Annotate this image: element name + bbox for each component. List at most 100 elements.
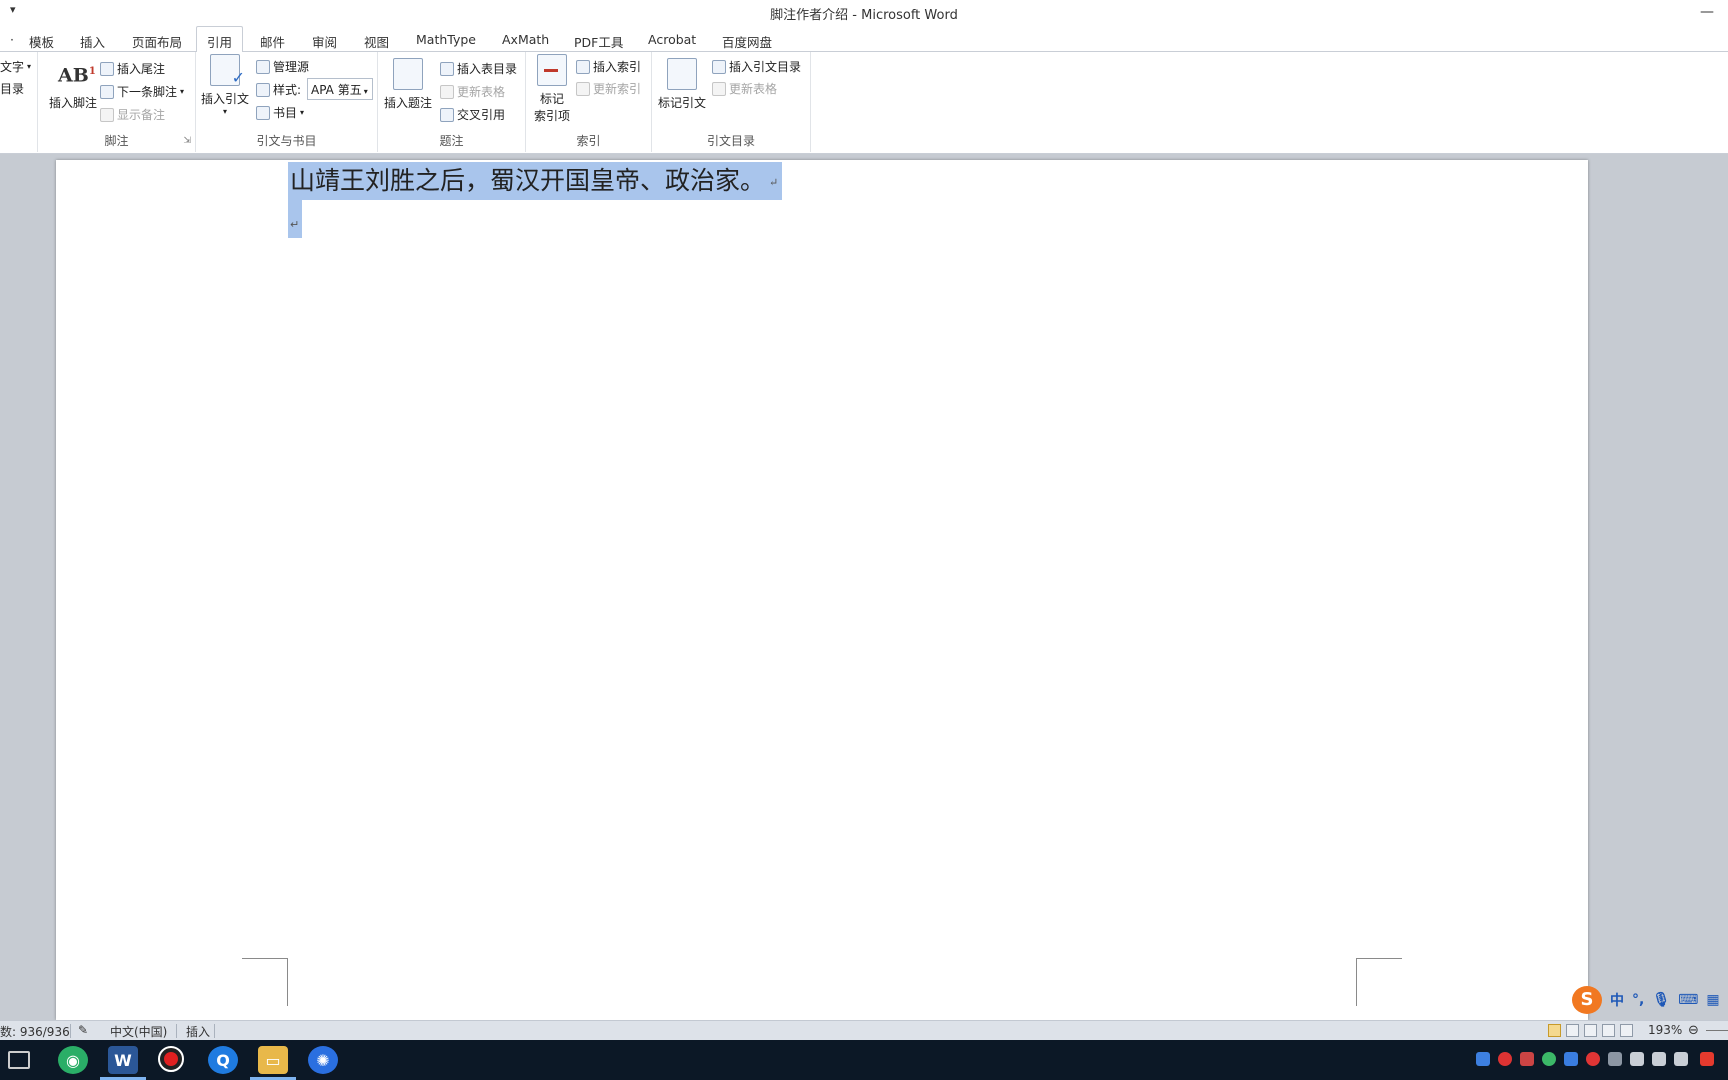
show-notes-icon: [100, 107, 114, 122]
insert-citation-icon: ✓: [210, 54, 245, 87]
add-text-button[interactable]: 文字 ▾: [0, 58, 31, 75]
battery-icon[interactable]: [1652, 1052, 1666, 1066]
full-screen-reading-view-button[interactable]: [1566, 1024, 1579, 1037]
sogou-tray-icon[interactable]: [1700, 1052, 1714, 1066]
bibliography-icon: [256, 105, 270, 120]
tab-axmath[interactable]: AxMath: [492, 30, 559, 52]
insert-caption-button[interactable]: 插入题注: [382, 58, 434, 111]
word-count[interactable]: 数: 936/936: [0, 1023, 70, 1040]
citation-style-select[interactable]: APA 第五 ▾: [307, 78, 373, 100]
tray-security-icon[interactable]: [1586, 1052, 1600, 1066]
web-layout-view-button[interactable]: [1584, 1024, 1597, 1037]
dialog-launcher-icon[interactable]: ⇲: [183, 136, 191, 146]
settings-gear-icon[interactable]: ✺: [308, 1046, 338, 1074]
update-toc-button[interactable]: 目录: [0, 80, 24, 97]
tab-review[interactable]: 审阅: [302, 30, 347, 52]
tab-acrobat[interactable]: Acrobat: [638, 30, 706, 52]
browser-app-icon[interactable]: Q: [208, 1046, 238, 1074]
task-view-icon[interactable]: [8, 1051, 30, 1069]
group-captions: 插入题注 插入表目录 更新表格 交叉引用 题注: [378, 52, 526, 152]
manage-sources-icon: [256, 59, 270, 74]
usb-device-icon[interactable]: [1608, 1052, 1622, 1066]
print-layout-view-button[interactable]: [1548, 1024, 1561, 1037]
insert-mode-indicator[interactable]: 插入: [186, 1023, 210, 1040]
table-of-figures-icon: [440, 61, 454, 76]
insert-toa-icon: [712, 59, 726, 74]
draft-view-button[interactable]: [1620, 1024, 1633, 1037]
bluetooth-icon[interactable]: [1564, 1052, 1578, 1066]
status-divider: [70, 1024, 71, 1038]
update-toa-button[interactable]: 更新表格: [712, 80, 777, 97]
chevron-down-icon: ▾: [363, 87, 368, 96]
tab-insert[interactable]: 插入: [70, 30, 115, 52]
update-index-button[interactable]: 更新索引: [576, 80, 641, 97]
group-label-captions: 题注: [439, 134, 464, 148]
proofing-icon[interactable]: ✎: [78, 1023, 88, 1037]
microphone-icon[interactable]: 🎙: [1652, 992, 1670, 1008]
zoom-slider[interactable]: [1706, 1030, 1728, 1031]
group-table-of-authorities: 标记引文 插入引文目录 更新表格 引文目录: [652, 52, 811, 152]
tray-app-icon[interactable]: [1520, 1052, 1534, 1066]
status-divider: [214, 1024, 215, 1038]
tray-wechat-icon[interactable]: [1542, 1052, 1556, 1066]
ime-toolbar[interactable]: S 中 °, 🎙 ⌨ ▦: [1572, 986, 1720, 1014]
update-toa-icon: [712, 81, 726, 96]
group-citations: ✓ 插入引文 ▾ 管理源 样式: APA 第五 ▾ 书目 ▾ 引文与书目: [196, 52, 378, 152]
tray-app-icon[interactable]: [1476, 1052, 1490, 1066]
update-table-icon: [440, 84, 454, 99]
toolbox-grid-icon[interactable]: ▦: [1706, 992, 1719, 1008]
ime-mode-toggle[interactable]: 中: [1610, 990, 1624, 1010]
zoom-level[interactable]: 193%: [1648, 1023, 1682, 1037]
insert-endnote-button[interactable]: 插入尾注: [100, 60, 165, 77]
volume-icon[interactable]: [1674, 1052, 1688, 1066]
screen-recorder-icon[interactable]: [158, 1046, 184, 1072]
document-page[interactable]: 山靖王刘胜之后，蜀汉开国皇帝、政治家。 ↵ ↵: [56, 160, 1588, 1020]
update-index-icon: [576, 81, 590, 96]
bibliography-button[interactable]: 书目 ▾: [256, 104, 304, 121]
language-indicator[interactable]: 中文(中国): [110, 1023, 167, 1040]
minimize-button[interactable]: —: [1700, 4, 1714, 20]
ribbon: 文字 ▾ 目录 AB1 插入脚注 插入尾注 下一条脚注 ▾ 显示备注 脚注 ⇲ ✓ …: [0, 52, 1728, 154]
word-app-icon[interactable]: W: [108, 1046, 138, 1074]
group-label-index: 索引: [576, 134, 601, 148]
next-footnote-button[interactable]: 下一条脚注 ▾: [100, 83, 184, 100]
tab-baidu-netdisk[interactable]: 百度网盘: [712, 30, 782, 52]
insert-table-of-figures-button[interactable]: 插入表目录: [440, 60, 517, 77]
document-area[interactable]: 山靖王刘胜之后，蜀汉开国皇帝、政治家。 ↵ ↵: [0, 154, 1728, 1020]
tray-record-icon[interactable]: [1498, 1052, 1512, 1066]
chevron-down-icon: ▾: [222, 107, 227, 116]
manage-sources-button[interactable]: 管理源: [256, 58, 309, 75]
cross-reference-button[interactable]: 交叉引用: [440, 106, 505, 123]
mark-index-entry-button[interactable]: 标记 索引项: [530, 54, 574, 124]
keyboard-icon[interactable]: ⌨: [1678, 992, 1698, 1008]
wifi-icon[interactable]: [1630, 1052, 1644, 1066]
crop-mark-left: [242, 958, 288, 1006]
wechat-app-icon[interactable]: ◉: [58, 1046, 88, 1074]
outline-view-button[interactable]: [1602, 1024, 1615, 1037]
insert-footnote-button[interactable]: AB1 插入脚注: [43, 58, 103, 111]
tab-view[interactable]: 视图: [354, 30, 399, 52]
mark-citation-button[interactable]: 标记引文: [656, 58, 708, 111]
tab-references[interactable]: 引用: [196, 26, 244, 53]
update-figures-table-button[interactable]: 更新表格: [440, 83, 505, 100]
show-notes-button[interactable]: 显示备注: [100, 106, 165, 123]
ime-punctuation-toggle[interactable]: °,: [1632, 992, 1644, 1008]
insert-toa-button[interactable]: 插入引文目录: [712, 58, 801, 75]
endnote-icon: [100, 61, 114, 76]
insert-citation-button[interactable]: ✓ 插入引文 ▾: [200, 54, 250, 116]
insert-index-button[interactable]: 插入索引: [576, 58, 641, 75]
group-index: 标记 索引项 插入索引 更新索引 索引: [526, 52, 652, 152]
tab-mailings[interactable]: 邮件: [250, 30, 295, 52]
zoom-out-icon[interactable]: ⊖: [1688, 1023, 1699, 1038]
sogou-logo-icon[interactable]: S: [1572, 986, 1602, 1014]
window-title: 脚注作者介绍 - Microsoft Word: [770, 8, 958, 23]
selected-text-line[interactable]: 山靖王刘胜之后，蜀汉开国皇帝、政治家。 ↵: [288, 162, 783, 200]
tab-mathtype[interactable]: MathType: [406, 30, 486, 52]
tab-template[interactable]: 模板: [19, 30, 64, 52]
chevron-down-icon: ▾: [27, 62, 32, 71]
file-explorer-icon[interactable]: ▭: [258, 1046, 288, 1074]
selected-empty-paragraph[interactable]: ↵: [288, 200, 302, 238]
tab-page-layout[interactable]: 页面布局: [122, 30, 192, 52]
footnote-ab-icon: AB1: [58, 64, 96, 87]
tab-pdf-tools[interactable]: PDF工具: [564, 30, 633, 52]
